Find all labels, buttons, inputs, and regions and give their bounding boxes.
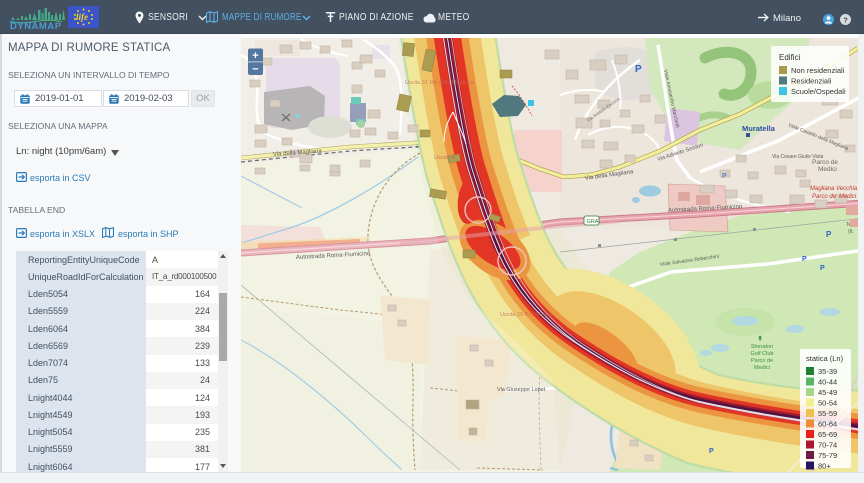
svg-text:statica (Ln): statica (Ln) [806,354,844,363]
svg-text:Uscita 29 P.co Medici: Uscita 29 P.co Medici [500,312,552,318]
svg-text:Uscita 31 Mn della Magliana: Uscita 31 Mn della Magliana [405,80,475,86]
svg-text:35-39: 35-39 [818,367,837,376]
svg-text:Magliana Vecchia: Magliana Vecchia [810,186,858,192]
svg-text:−: − [252,64,258,76]
svg-text:80+: 80+ [818,462,831,471]
svg-text:Muratella: Muratella [742,124,776,133]
svg-text:P: P [802,256,807,263]
svg-text:Uscita Jt: Uscita Jt [434,155,456,161]
svg-text:P: P [820,265,825,272]
svg-text:60-64: 60-64 [818,420,837,429]
svg-text:P: P [709,448,714,455]
svg-text:Parco de: Parco de [751,358,773,364]
svg-text:Medici: Medici [818,166,837,173]
svg-text:P: P [826,230,832,239]
svg-text:(It.: (It. [848,229,854,235]
svg-text:45-49: 45-49 [818,388,837,397]
svg-text:Sheraton: Sheraton [751,344,773,350]
svg-text:40-44: 40-44 [818,378,837,387]
svg-text:50-54: 50-54 [818,399,837,408]
svg-text:↟: ↟ [757,335,763,343]
svg-text:65-69: 65-69 [818,430,837,439]
svg-text:?: ? [843,15,848,24]
svg-text:Parco de' Medici: Parco de' Medici [812,194,857,200]
svg-text:Medici: Medici [754,365,770,371]
svg-text:P: P [722,173,727,180]
svg-text:55-59: 55-59 [818,409,837,418]
svg-text:Via Giuseppe Lopet: Via Giuseppe Lopet [497,387,546,393]
svg-text:Parco de: Parco de [812,159,838,166]
svg-text:Scuole/Ospedali: Scuole/Ospedali [791,87,846,96]
svg-text:Edifici: Edifici [779,53,801,62]
svg-text:Residenziali: Residenziali [791,77,832,86]
svg-text:DYNAMAP: DYNAMAP [10,21,62,31]
svg-text:Non residenziali: Non residenziali [791,66,845,75]
svg-text:75-79: 75-79 [818,451,837,460]
svg-text:+: + [252,50,258,62]
svg-text:Golf Club: Golf Club [751,351,774,357]
svg-text:P: P [635,64,642,75]
svg-text:life: life [76,12,88,22]
svg-text:70-74: 70-74 [818,441,837,450]
svg-text:GRA: GRA [587,219,599,225]
